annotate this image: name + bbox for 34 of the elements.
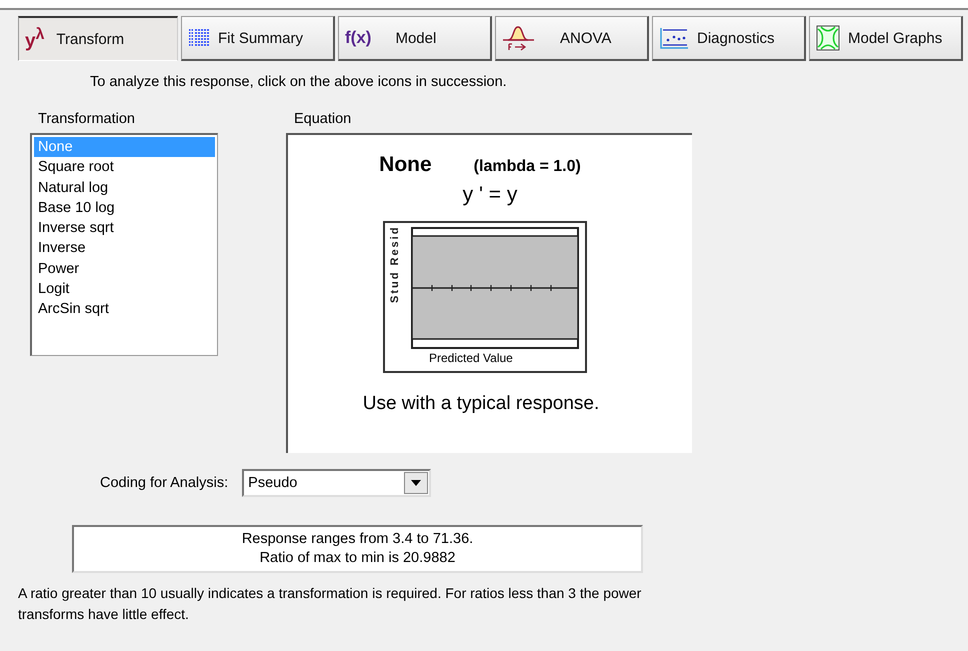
- tab[interactable]: f(x) Model: [338, 16, 492, 61]
- axis-label: Predicted Value: [429, 351, 513, 365]
- coding-dropdown[interactable]: Pseudo: [242, 469, 432, 497]
- list-item[interactable]: Base 10 log: [34, 198, 215, 218]
- instruction-text: To analyze this response, click on the above icons in succession.: [90, 74, 508, 90]
- transformation-label: Transformation: [38, 111, 136, 129]
- list-item[interactable]: ArcSin sqrt: [34, 299, 215, 320]
- list-item[interactable]: Power: [34, 258, 215, 280]
- transform-name: None: [379, 153, 432, 177]
- coding-label: Coding for Analysis:: [100, 475, 228, 491]
- list-icon: [188, 28, 210, 48]
- advice-text: A ratio greater than 10 usually indicates a transformation is required. For ratios less than 3 the power transforms have little effect.: [18, 584, 642, 624]
- lambda-value: (lambda = 1.0): [474, 158, 581, 176]
- list-item[interactable]: Natural log: [34, 178, 215, 198]
- tab[interactable]: Diagnostics: [652, 16, 806, 61]
- list-item[interactable]: Inverse sqrt: [34, 218, 215, 238]
- contour-plot-icon: [816, 25, 840, 51]
- tab[interactable]: y$^{λ}$ Transform: [18, 16, 178, 61]
- formula: y ' = y: [462, 183, 518, 207]
- summary-text: Ratio of max to min is 20.9882: [258, 549, 456, 568]
- list-item[interactable]: Logit: [34, 279, 215, 300]
- bell-curve-icon: [502, 25, 536, 51]
- function-icon: y$^{λ}$: [25, 26, 44, 52]
- equation-label: Equation: [294, 111, 352, 129]
- tab[interactable]: Fit Summary: [181, 16, 335, 61]
- tab[interactable]: ANOVA: [495, 16, 649, 61]
- tab[interactable]: Model Graphs: [809, 16, 963, 61]
- scatter-plot-icon: [659, 26, 689, 50]
- list-item[interactable]: Square root: [34, 157, 215, 178]
- function-icon: f(x): [345, 28, 372, 48]
- transform-note: Use with a typical response.: [362, 393, 600, 415]
- list-item[interactable]: Inverse: [34, 238, 215, 259]
- axis-label: Stud Resid: [389, 226, 401, 303]
- summary-text: Response ranges from 3.4 to 71.36.: [240, 530, 474, 549]
